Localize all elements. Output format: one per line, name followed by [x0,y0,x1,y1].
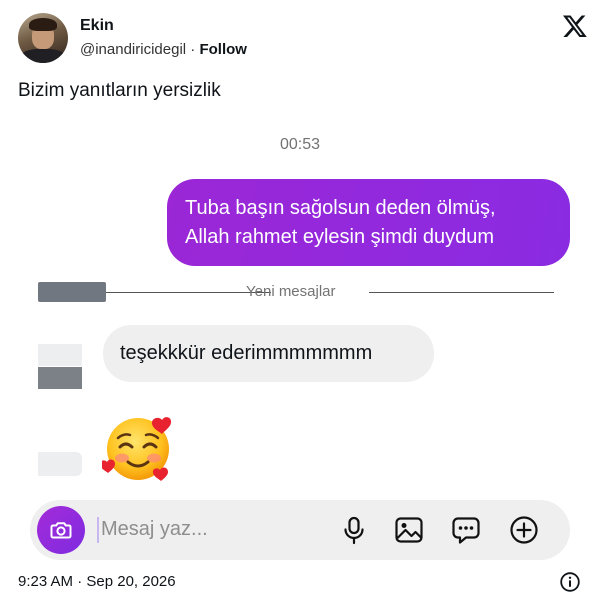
text-caret [97,517,99,543]
image-icon[interactable] [393,514,425,546]
message-composer[interactable]: Mesaj yaz... [30,500,570,560]
handle-separator: · [186,41,200,58]
x-logo-icon[interactable] [562,13,588,39]
divider-label: Yeni mesajlar [246,283,336,300]
incoming-message-bubble[interactable]: teşekkkür ederimmmmmmm [103,325,434,382]
info-icon[interactable] [559,571,581,593]
avatar-shoulders [20,49,66,63]
avatar-hair [29,18,57,31]
tweet-timestamp[interactable]: 9:23 AM · Sep 20, 2026 [18,573,176,590]
tweet-text: Bizim yanıtların yersizlik [18,80,221,101]
redacted-area [38,344,82,366]
redacted-avatar [38,282,106,302]
microphone-icon[interactable] [338,514,370,546]
divider-line-right [369,292,554,293]
tweet-header: Ekin @inandiricidegil · Follow [18,13,588,65]
redacted-area [38,367,82,389]
smiling-face-with-hearts-icon[interactable] [102,412,176,484]
new-messages-divider: Yeni mesajlar [38,280,554,304]
outgoing-message-bubble[interactable]: Tuba başın sağolsun deden ölmüş, Allah r… [167,179,570,266]
author-handle-row: @inandiricidegil · Follow [80,41,247,58]
chat-timestamp: 00:53 [279,136,321,153]
add-icon[interactable] [508,514,540,546]
camera-icon [50,522,72,539]
author-handle[interactable]: @inandiricidegil [80,41,186,58]
sticker-chat-icon[interactable] [450,514,482,546]
follow-button[interactable]: Follow [199,41,247,58]
outgoing-message-line: Allah rahmet eylesin şimdi duydum [185,226,495,248]
outgoing-message-line: Tuba başın sağolsun deden ölmüş, [185,197,496,219]
message-input[interactable]: Mesaj yaz... [101,518,208,541]
redacted-area [38,452,82,476]
avatar[interactable] [18,13,68,63]
author-name[interactable]: Ekin [80,17,114,35]
camera-button[interactable] [37,506,85,554]
